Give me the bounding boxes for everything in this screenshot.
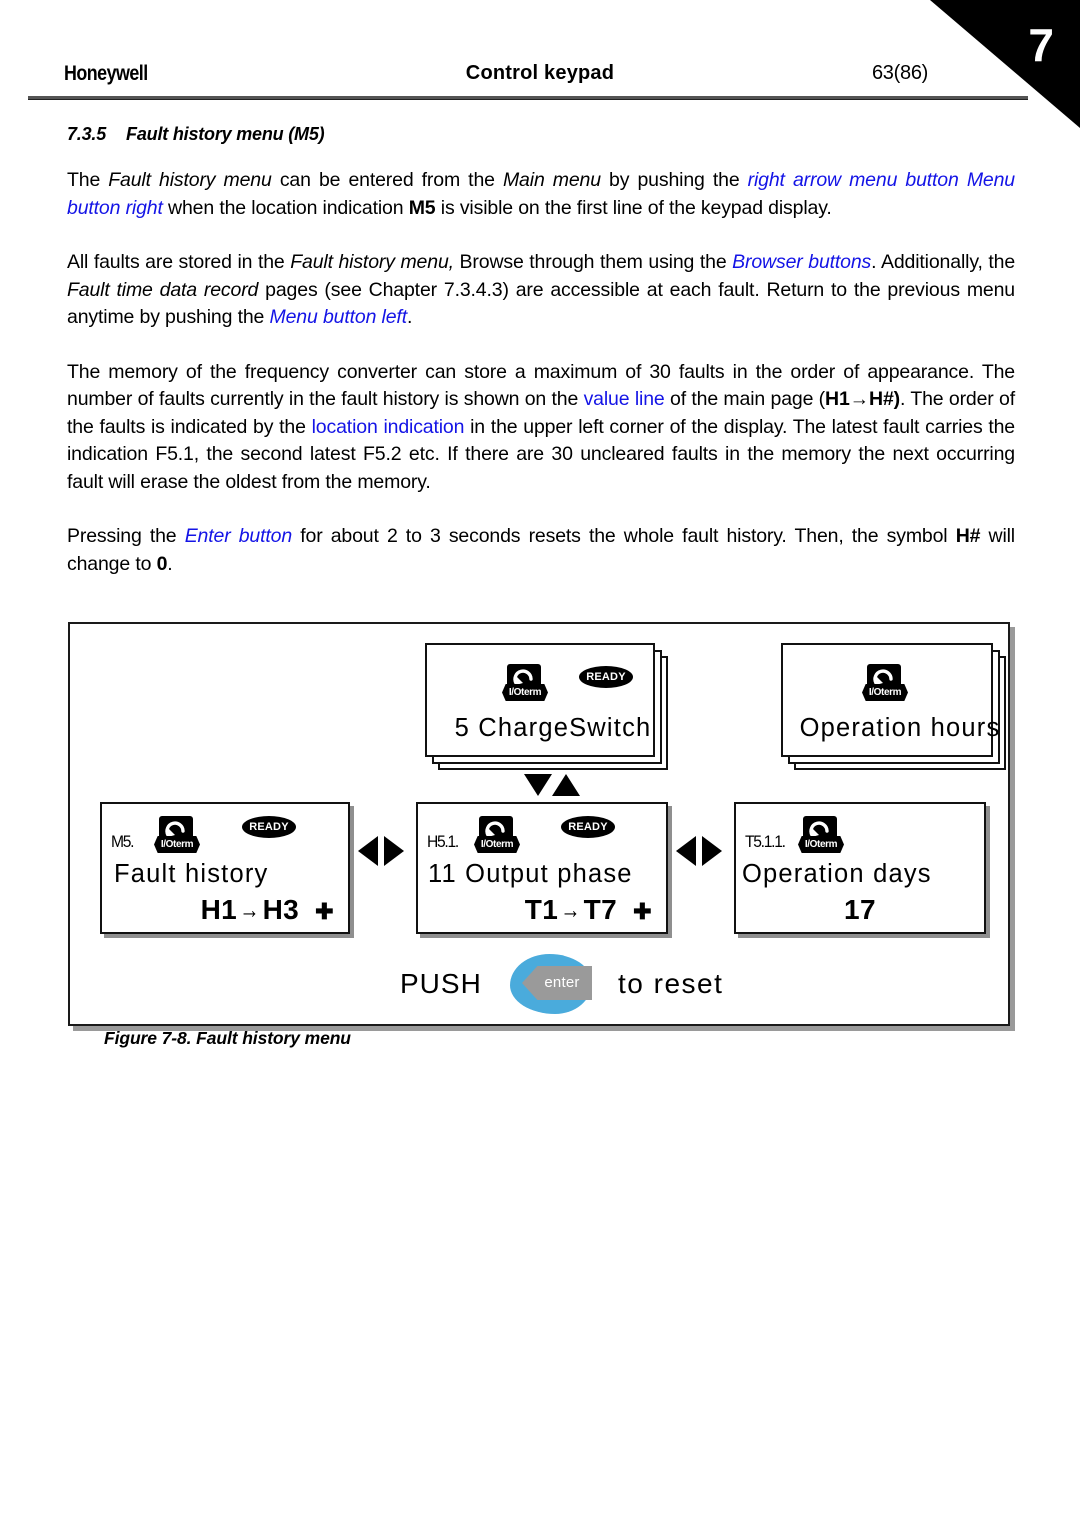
section-heading: 7.3.5 Fault history menu (M5): [67, 124, 1015, 145]
section-number: 7.3.5: [67, 124, 107, 144]
p1-text-5: is visible on the first line of the keyp…: [435, 196, 832, 219]
p2-text-1: All faults are stored in the: [67, 251, 291, 273]
arrow-up-icon[interactable]: [552, 774, 580, 796]
io-terminal-badge: I/Oterm: [862, 684, 908, 701]
p4-link-1[interactable]: Enter button: [185, 525, 293, 547]
figure-fault-history-menu: I/Oterm READY 5 ChargeSwitch I/Oterm Ope…: [68, 622, 1010, 1026]
ready-status-badge: READY: [561, 816, 615, 838]
arrow-left-icon[interactable]: [358, 836, 378, 866]
p1-text-3: by pushing the: [600, 169, 748, 191]
io-terminal-badge: I/Oterm: [798, 836, 844, 853]
io-terminal-icon-group: I/Oterm: [154, 816, 200, 862]
p3-arrow-icon: →: [849, 388, 870, 410]
io-terminal-badge: I/Oterm: [154, 836, 200, 853]
document-body: 7.3.5 Fault history menu (M5) The Fault h…: [67, 124, 1015, 605]
p3-bold-2: H#): [869, 388, 901, 410]
p3-link-2[interactable]: location indication: [312, 416, 465, 438]
section-title: Fault history menu (M5): [126, 124, 325, 144]
p1-text-4: when the location indication: [162, 196, 409, 219]
paragraph-4: Pressing the Enter button for about 2 to…: [67, 523, 1015, 578]
panel-output-phase: H5.1. I/Oterm READY 11 Output phase T1 →T…: [416, 802, 668, 934]
p4-text-4: .: [167, 552, 173, 575]
io-terminal-icon-group: I/Oterm: [502, 664, 548, 710]
p4-text-2: for about 2 to 3 seconds resets the whol…: [292, 525, 956, 547]
panel-location-indication: M5.: [111, 832, 135, 851]
p4-bold-1: H#: [955, 525, 981, 547]
value-from: T1: [524, 894, 559, 925]
panel-line-text: Operation hours: [799, 714, 1001, 742]
value-plus-icon: ✚: [315, 899, 334, 924]
panel-charge-switch: I/Oterm READY 5 ChargeSwitch: [425, 643, 668, 770]
panel-line-text: 5 ChargeSwitch: [454, 714, 652, 742]
figure-caption: Figure 7-8. Fault history menu: [104, 1028, 351, 1048]
p4-text-1: Pressing the: [67, 525, 185, 547]
io-terminal-icon-group: I/Oterm: [798, 816, 844, 862]
page-header: 7 Honeywell Control keypad 63(86): [0, 0, 1080, 128]
p3-text-2: of the main page (: [664, 388, 826, 410]
p4-bold-2: 0: [156, 552, 168, 575]
p2-text-2: Browse through them using the: [453, 251, 733, 273]
io-terminal-icon-group: I/Oterm: [862, 664, 908, 710]
paragraph-3: The memory of the frequency converter ca…: [67, 359, 1015, 497]
chapter-number: 7: [1028, 19, 1054, 71]
nav-left-right-arrows-2[interactable]: [676, 836, 722, 866]
panel-location-indication: H5.1.: [427, 832, 459, 851]
p1-italic-2: Main menu: [502, 169, 601, 191]
p1-italic-1: Fault history menu: [108, 169, 272, 191]
panel-value-line: 17: [844, 894, 876, 925]
nav-left-right-arrows-1[interactable]: [358, 836, 404, 866]
value-plus-icon: ✚: [633, 899, 652, 924]
p3-bold-1: H1: [825, 388, 850, 410]
arrow-down-icon[interactable]: [524, 774, 552, 796]
value-to: H3: [262, 894, 300, 925]
panel-value-line: T1 →T7 ✚: [525, 894, 666, 926]
header-divider: [28, 96, 1028, 100]
push-label: PUSH: [400, 968, 482, 999]
panel-line-text: Operation days: [742, 860, 932, 888]
paragraph-2: All faults are stored in the Fault histo…: [67, 249, 1015, 332]
page-number: 63(86): [871, 62, 928, 84]
panel-fault-history: M5. I/Oterm READY Fault history H1 →H3 ✚: [100, 802, 350, 934]
p2-link-2[interactable]: Menu button left: [270, 306, 408, 328]
p1-text-2: can be entered from the: [271, 169, 503, 191]
p2-text-5: .: [406, 306, 413, 328]
io-terminal-icon-group: I/Oterm: [474, 816, 520, 862]
p3-link-1[interactable]: value line: [584, 388, 665, 410]
p2-text-3: . Additionally, the: [871, 251, 1016, 273]
to-reset-label: to reset: [618, 968, 724, 999]
nav-up-down-arrows[interactable]: [524, 772, 580, 798]
arrow-left-icon[interactable]: [676, 836, 696, 866]
ready-status-badge: READY: [579, 666, 633, 688]
panel-location-indication: T5.1.1.: [745, 832, 786, 851]
panel-value-line: H1 →H3 ✚: [201, 894, 348, 926]
io-terminal-badge: I/Oterm: [502, 684, 548, 701]
p1-text-1: The: [67, 169, 109, 191]
ready-status-badge: READY: [242, 816, 296, 838]
panel-operation-days: T5.1.1. I/Oterm Operation days 17: [734, 802, 986, 934]
value-arrow-icon: →: [239, 896, 261, 924]
panel-line-text: 11 Output phase: [428, 860, 633, 888]
p2-italic-2: Fault time data record: [67, 278, 259, 301]
panel-operation-hours: I/Oterm Operation hours: [781, 643, 1006, 770]
io-terminal-badge: I/Oterm: [474, 836, 520, 853]
arrow-right-icon[interactable]: [702, 836, 722, 866]
arrow-right-icon[interactable]: [384, 836, 404, 866]
value-from: H1: [200, 894, 238, 925]
value-arrow-icon: →: [560, 896, 582, 924]
value-to: T7: [583, 894, 618, 925]
p2-link-1[interactable]: Browser buttons: [732, 251, 871, 273]
p1-bold-1: M5: [408, 196, 436, 219]
push-enter-to-reset-row: PUSH enter to reset: [400, 954, 730, 1016]
panel-line-text: Fault history: [114, 860, 269, 888]
paragraph-1: The Fault history menu can be entered fr…: [67, 167, 1015, 222]
p2-italic-1: Fault history menu,: [290, 251, 454, 273]
